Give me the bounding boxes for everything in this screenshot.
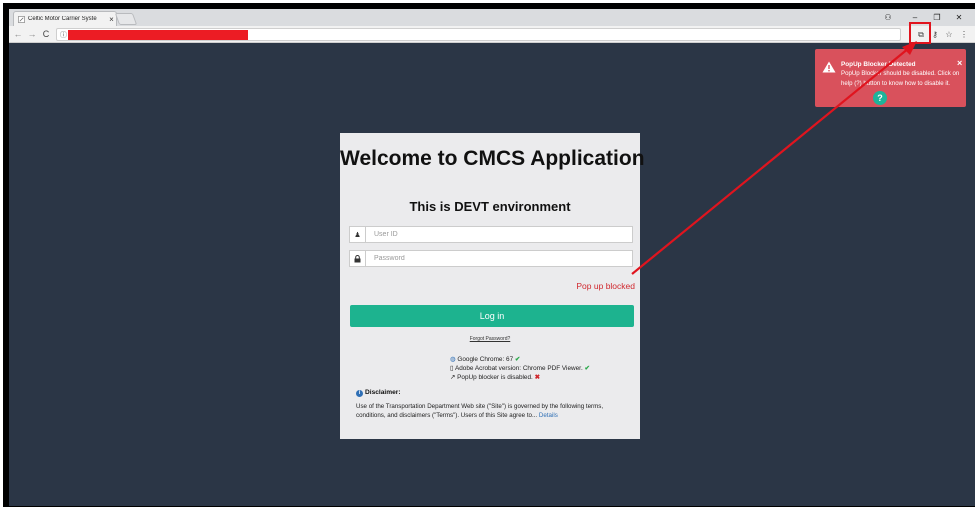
disclaimer-heading: i Disclaimer: xyxy=(356,389,401,397)
requirement-acrobat: ▯ Adobe Acrobat version: Chrome PDF View… xyxy=(450,364,590,373)
notification-title: PopUp Blocker Detected xyxy=(841,61,916,68)
requirement-text: Adobe Acrobat version: Chrome PDF Viewer… xyxy=(454,365,583,372)
address-bar[interactable]: ⓘ xyxy=(56,28,901,41)
back-button[interactable]: ← xyxy=(12,28,24,40)
requirement-text: Google Chrome: 67 xyxy=(457,356,514,363)
check-icon: ✔ xyxy=(514,356,521,363)
browser-toolbar: ← → C ⓘ ⧉ ⚷ ☆ ⋮ xyxy=(9,26,975,43)
disclaimer-title: Disclaimer: xyxy=(365,389,401,396)
check-icon: ✔ xyxy=(584,365,590,372)
globe-icon: ◍ xyxy=(450,356,456,363)
popup-status-text: Pop up blocked xyxy=(576,281,635,291)
page-favicon-icon xyxy=(18,15,25,23)
password-input[interactable] xyxy=(366,250,633,267)
external-link-icon: ↗ xyxy=(450,374,456,381)
browser-tab[interactable]: Celtic Motor Carrier Syste × xyxy=(13,11,117,26)
screenshot-frame: Celtic Motor Carrier Syste × ⚇ – ❐ ✕ ← →… xyxy=(3,3,975,507)
cross-icon: ✖ xyxy=(534,374,540,381)
disclaimer-body: Use of the Transportation Department Web… xyxy=(356,402,631,420)
notification-message: PopUp Blocker should be disabled. Click … xyxy=(841,70,960,87)
bookmark-star-icon[interactable]: ☆ xyxy=(943,28,955,41)
forgot-password-link[interactable]: Forgot Password? xyxy=(340,336,640,342)
site-info-icon[interactable]: ⓘ xyxy=(59,30,68,39)
requirement-chrome: ◍ Google Chrome: 67 ✔ xyxy=(450,355,590,364)
password-field xyxy=(349,250,633,267)
login-button[interactable]: Log in xyxy=(350,305,634,327)
reload-button[interactable]: C xyxy=(40,28,52,40)
menu-icon[interactable]: ⋮ xyxy=(958,28,970,41)
user-icon: ♟ xyxy=(349,226,366,243)
profile-icon[interactable]: ⚇ xyxy=(879,10,897,24)
notification-close-icon[interactable]: × xyxy=(957,58,962,68)
popup-icon-highlight xyxy=(909,22,931,44)
help-button[interactable]: ? xyxy=(873,91,887,105)
requirements-list: ◍ Google Chrome: 67 ✔ ▯ Adobe Acrobat ve… xyxy=(450,355,590,382)
close-window-button[interactable]: ✕ xyxy=(950,10,968,24)
userid-field: ♟ xyxy=(349,226,633,243)
forward-button[interactable]: → xyxy=(26,28,38,40)
new-tab-button[interactable] xyxy=(114,13,138,25)
requirement-popup: ↗ PopUp blocker is disabled. ✖ xyxy=(450,373,590,382)
popup-blocker-notification: PopUp Blocker Detected PopUp Blocker sho… xyxy=(815,49,966,107)
details-link[interactable]: Details xyxy=(539,412,558,419)
tab-title: Celtic Motor Carrier Syste xyxy=(28,16,97,22)
userid-input[interactable] xyxy=(366,226,633,243)
disclaimer-text: Use of the Transportation Department Web… xyxy=(356,403,604,419)
browser-window: Celtic Motor Carrier Syste × ⚇ – ❐ ✕ ← →… xyxy=(9,9,975,506)
login-card: Welcome to CMCS Application This is DEVT… xyxy=(340,133,645,439)
page-title: Welcome to CMCS Application xyxy=(340,147,645,170)
document-icon: ▯ xyxy=(450,365,454,372)
warning-icon xyxy=(822,61,836,73)
tab-close-icon[interactable]: × xyxy=(107,15,116,24)
info-icon: i xyxy=(356,390,363,397)
requirement-text: PopUp blocker is disabled. xyxy=(457,374,533,381)
lock-icon xyxy=(349,250,366,267)
environment-label: This is DEVT environment xyxy=(409,199,571,214)
redacted-url xyxy=(68,30,248,40)
tab-bar: Celtic Motor Carrier Syste × ⚇ – ❐ ✕ xyxy=(9,9,975,26)
